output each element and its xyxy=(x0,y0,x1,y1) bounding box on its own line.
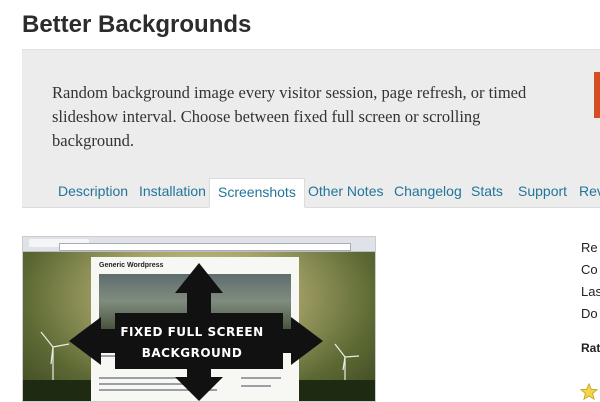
tab-description[interactable]: Description xyxy=(50,178,136,207)
meta-downloads: Do xyxy=(581,306,598,321)
plugin-meta-sidebar: Re Co Las Do Rat xyxy=(581,237,600,359)
tab-stats[interactable]: Stats xyxy=(463,178,511,207)
overlay-line-1: FIXED FULL SCREEN xyxy=(120,325,264,339)
meta-requires: Re xyxy=(581,240,598,255)
plugin-tabs: Description Installation Screenshots Oth… xyxy=(22,178,600,208)
tab-other-notes[interactable]: Other Notes xyxy=(300,178,391,207)
meta-last-updated: Las xyxy=(581,284,600,299)
expand-arrows-icon xyxy=(69,263,323,401)
tab-support[interactable]: Support xyxy=(510,178,575,207)
tab-screenshots[interactable]: Screenshots xyxy=(209,178,305,208)
overlay-line-2: BACKGROUND xyxy=(141,346,243,360)
plugin-description: Random background image every visitor se… xyxy=(52,83,527,150)
star-icon[interactable] xyxy=(580,383,598,401)
overlay-caption: FIXED FULL SCREEN BACKGROUND xyxy=(117,322,267,364)
meta-compatible: Co xyxy=(581,262,598,277)
page-title: Better Backgrounds xyxy=(22,11,252,38)
tab-changelog[interactable]: Changelog xyxy=(386,178,470,207)
tab-reviews[interactable]: Rev xyxy=(571,178,600,207)
screenshot-image[interactable]: Generic Wordpress FIXED FULL SCREEN BACK… xyxy=(22,236,376,402)
download-button-edge[interactable] xyxy=(594,72,600,118)
ratings-heading: Rat xyxy=(581,341,600,355)
tab-installation[interactable]: Installation xyxy=(131,178,214,207)
